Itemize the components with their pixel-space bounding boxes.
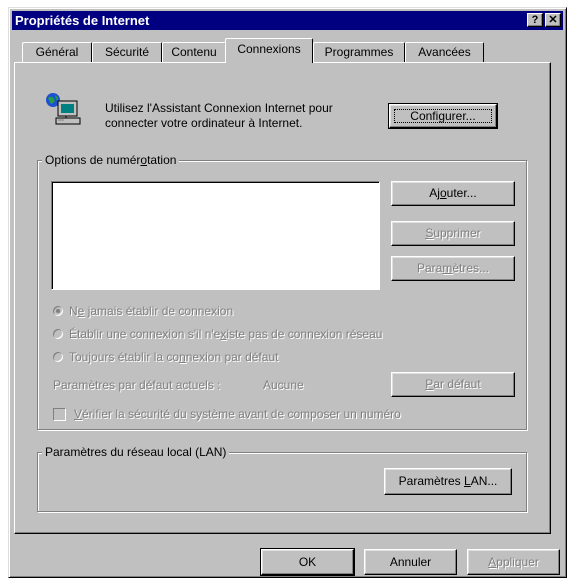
tab-label: Programmes bbox=[324, 45, 394, 59]
configure-button[interactable]: Configurer... bbox=[388, 103, 498, 129]
radio-dial-when-no-network[interactable]: Établir une connexion s'il n'existe pas … bbox=[53, 327, 382, 341]
label-part: upprimer bbox=[433, 226, 481, 240]
tab-content[interactable]: Contenu bbox=[162, 42, 226, 62]
label-part: ar défaut bbox=[433, 377, 481, 391]
remove-button[interactable]: Supprimer bbox=[391, 221, 515, 246]
label-part: jamais établir de connexion bbox=[84, 304, 234, 318]
label-accel: A bbox=[488, 555, 497, 569]
current-default-value: Aucune bbox=[263, 378, 304, 392]
tab-label: Sécurité bbox=[104, 45, 150, 59]
ok-label: OK bbox=[298, 555, 317, 569]
label-part: iste pas de connexion réseau bbox=[226, 327, 383, 341]
focus-rect bbox=[394, 109, 492, 123]
security-check-label: Vérifier la sécurité du système avant de… bbox=[74, 407, 401, 421]
label-part: tation bbox=[147, 153, 177, 167]
current-default-label: Paramètres par défaut actuels : bbox=[53, 378, 221, 392]
label-accel: L bbox=[464, 474, 471, 488]
label-accel: m bbox=[442, 261, 453, 275]
question-icon: ? bbox=[531, 14, 539, 26]
dialup-group-label: Options de numérotation bbox=[42, 153, 180, 167]
radio-always-dial[interactable]: Toujours établir la connexion par défaut bbox=[53, 350, 279, 364]
tab-label: Général bbox=[35, 45, 79, 59]
tab-programs[interactable]: Programmes bbox=[313, 42, 405, 62]
label-part: Para bbox=[416, 261, 443, 275]
close-icon: ✕ bbox=[548, 14, 558, 26]
label-part: Options de numér bbox=[45, 153, 141, 167]
tab-label: Avancées bbox=[418, 45, 471, 59]
tab-connections[interactable]: Connexions bbox=[225, 38, 313, 63]
label-part: Paramètres bbox=[398, 474, 464, 488]
window-title: Propriétés de Internet bbox=[15, 13, 150, 28]
tab-label: Connexions bbox=[237, 42, 301, 56]
label-part: AN... bbox=[470, 474, 498, 488]
label-accel: o bbox=[439, 186, 447, 200]
title-bar[interactable]: Propriétés de Internet ? ✕ bbox=[12, 11, 563, 30]
apply-button[interactable]: Appliquer bbox=[467, 549, 560, 575]
cancel-label: Annuler bbox=[389, 555, 432, 569]
security-check-checkbox[interactable] bbox=[53, 408, 66, 421]
cancel-button[interactable]: Annuler bbox=[364, 549, 457, 575]
label-part: uter... bbox=[446, 186, 477, 200]
dialup-connections-list[interactable] bbox=[51, 181, 380, 290]
label-accel: n bbox=[179, 350, 186, 364]
radio-circle bbox=[53, 306, 63, 316]
label-part: nexion par défaut bbox=[185, 350, 279, 364]
lan-settings-button[interactable]: Paramètres LAN... bbox=[384, 468, 512, 495]
add-button[interactable]: Ajouter... bbox=[391, 181, 515, 206]
radio-never-dial[interactable]: Ne jamais établir de connexion bbox=[53, 304, 233, 318]
radio-circle bbox=[53, 329, 63, 339]
help-button[interactable]: ? bbox=[527, 13, 543, 27]
label-part: Établir une connexion s'il n'e bbox=[69, 327, 221, 341]
label-part: érifier la sécurité du système avant de … bbox=[82, 407, 401, 421]
settings-button[interactable]: Paramètres... bbox=[391, 256, 515, 281]
tab-advanced[interactable]: Avancées bbox=[405, 42, 484, 62]
tab-label: Contenu bbox=[171, 45, 217, 59]
wizard-text-line2: connecter votre ordinateur à Internet. bbox=[105, 116, 303, 130]
lan-group-label: Paramètres du réseau local (LAN) bbox=[42, 445, 230, 459]
network-computer-icon bbox=[46, 93, 81, 125]
label-part: ètres... bbox=[452, 261, 490, 275]
set-default-button[interactable]: Par défaut bbox=[391, 372, 515, 397]
ok-button[interactable]: OK bbox=[260, 548, 355, 576]
close-button[interactable]: ✕ bbox=[545, 13, 561, 27]
radio-circle bbox=[53, 352, 63, 362]
label-part: Toujours établir la co bbox=[69, 350, 180, 364]
label-part: Aj bbox=[429, 186, 440, 200]
label-part: N bbox=[69, 304, 78, 318]
label-accel: V bbox=[74, 407, 83, 421]
wizard-text-line1: Utilisez l'Assistant Connexion Internet … bbox=[105, 101, 333, 115]
tab-security[interactable]: Sécurité bbox=[92, 42, 162, 62]
tab-general[interactable]: Général bbox=[22, 42, 92, 62]
label-part: ppliquer bbox=[496, 555, 539, 569]
